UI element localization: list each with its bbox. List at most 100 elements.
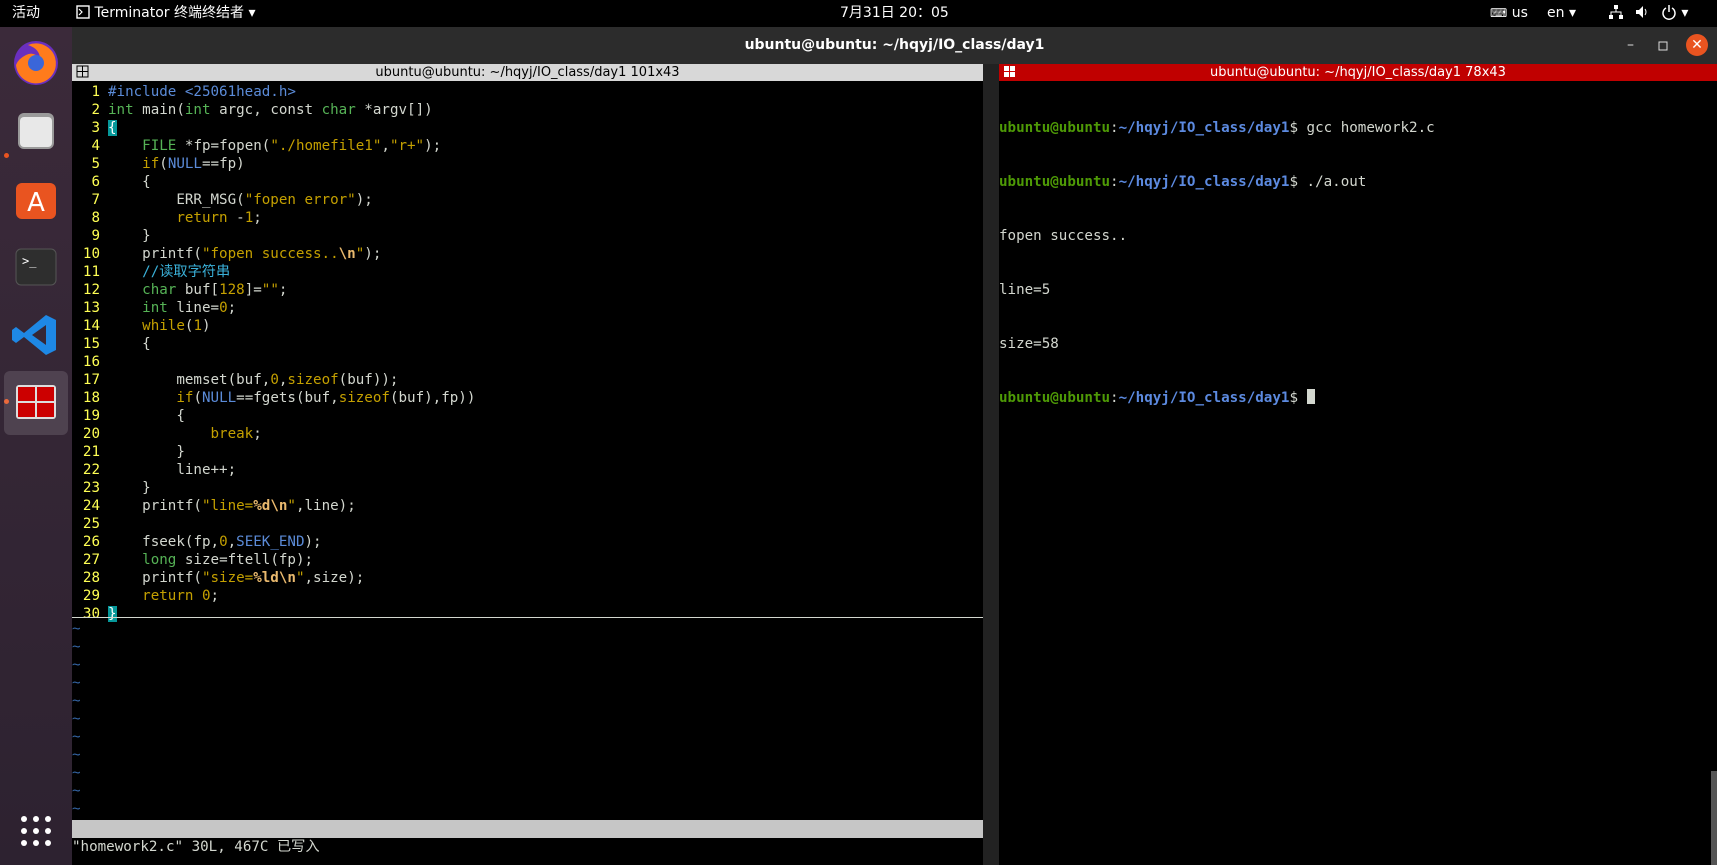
code-line: 21 }: [82, 444, 185, 460]
dock-files[interactable]: [4, 99, 68, 163]
terminal-cursor: [1306, 389, 1315, 404]
keyboard-indicator[interactable]: ⌨ us: [1490, 0, 1528, 27]
empty-line-tilde: ~: [72, 621, 81, 637]
code-line: 11 //读取字符串: [82, 264, 231, 280]
activities-button[interactable]: 活动: [12, 0, 40, 27]
terminal-shell[interactable]: ubuntu@ubuntu:~/hqyj/IO_class/day1$ gcc …: [999, 81, 1717, 865]
code-line: 29 return 0;: [82, 588, 220, 604]
left-pane-titlebar[interactable]: ubuntu@ubuntu: ~/hqyj/IO_class/day1 101x…: [72, 64, 983, 81]
volume-icon: [1636, 6, 1647, 18]
chevron-down-icon: ▾: [248, 5, 256, 21]
code-line: 2 int main(int argc, const char *argv[]): [91, 102, 433, 118]
clock[interactable]: 7月31日 20：05: [840, 0, 949, 27]
minimize-button[interactable]: –: [1627, 37, 1634, 53]
system-menu[interactable]: ▾: [1608, 0, 1688, 27]
code-line: 10 printf("fopen success..\n");: [82, 246, 382, 262]
empty-line-tilde: ~: [72, 675, 81, 691]
code-line: 6 {: [91, 174, 151, 190]
vim-message: "homework2.c" 30L, 467C 已写入: [72, 839, 320, 855]
top-bar: 活动 Terminator 终端终结者 ▾ 7月31日 20：05 ⌨ us e…: [0, 0, 1717, 27]
code-line: 23 }: [82, 480, 151, 496]
svg-text:A: A: [27, 188, 45, 218]
files-icon: [18, 113, 54, 149]
dock-terminal[interactable]: >_: [4, 235, 68, 299]
vim-statusline: homework2.c 30,1 全部: [72, 820, 983, 865]
code-line: 9 }: [91, 228, 151, 244]
firefox-icon: [14, 41, 58, 85]
empty-line-tilde: ~: [72, 711, 81, 727]
empty-line-tilde: ~: [72, 657, 81, 673]
code-line: 26 fseek(fp,0,SEEK_END);: [82, 534, 322, 550]
code-line: 3{: [91, 120, 117, 136]
code-line: 13 int line=0;: [82, 300, 237, 316]
code-area[interactable]: 1 #include <25061head.h> 2 int main(int arg…: [72, 83, 475, 623]
network-icon: [1609, 5, 1623, 19]
language-indicator[interactable]: en ▾: [1547, 0, 1576, 27]
app-menu[interactable]: Terminator 终端终结者 ▾: [76, 0, 255, 27]
code-line: 24 printf("line=%d\n",line);: [82, 498, 356, 514]
code-line: 14 while(1): [82, 318, 211, 334]
terminal-line: ubuntu@ubuntu:~/hqyj/IO_class/day1$: [999, 389, 1435, 407]
empty-line-tilde: ~: [72, 747, 81, 763]
code-line: 12 char buf[128]="";: [82, 282, 288, 298]
language-label: en: [1547, 5, 1565, 21]
code-line: 7 ERR_MSG("fopen error");: [91, 192, 373, 208]
code-line: 17 memset(buf,0,sizeof(buf));: [82, 372, 399, 388]
terminal-icon: >_: [15, 248, 57, 286]
code-line: 25: [82, 516, 100, 532]
chevron-down-icon: ▾: [1681, 5, 1689, 21]
code-line: 30}: [82, 606, 117, 622]
svg-text:>_: >_: [22, 254, 37, 268]
empty-line-tilde: ~: [72, 639, 81, 655]
empty-line-tilde: ~: [72, 801, 81, 817]
code-line: 20 break;: [82, 426, 262, 442]
keyboard-icon: ⌨: [1490, 6, 1508, 20]
software-icon: A: [16, 183, 56, 219]
maximize-icon: [1658, 41, 1668, 51]
terminator-icon: [16, 385, 56, 419]
code-line: 5 if(NULL==fp): [91, 156, 245, 172]
code-line: 28 printf("size=%ld\n",size);: [82, 570, 365, 586]
maximize-button[interactable]: [1657, 34, 1669, 56]
code-line: 8 return -1;: [91, 210, 262, 226]
window-title: ubuntu@ubuntu: ~/hqyj/IO_class/day1: [744, 37, 1045, 53]
code-line: 1 #include <25061head.h>: [91, 84, 296, 100]
terminal-line: ubuntu@ubuntu:~/hqyj/IO_class/day1$ gcc …: [999, 120, 1435, 136]
terminal-small-icon: [76, 5, 90, 19]
code-line: 22 line++;: [82, 462, 237, 478]
left-pane-title: ubuntu@ubuntu: ~/hqyj/IO_class/day1 101x…: [375, 65, 680, 80]
terminal-output: fopen success..: [999, 228, 1128, 244]
empty-line-tilde: ~: [72, 783, 81, 799]
status-position: 30,1: [820, 857, 855, 865]
terminal-output: size=58: [999, 336, 1059, 352]
right-pane-titlebar[interactable]: ubuntu@ubuntu: ~/hqyj/IO_class/day1 78x4…: [999, 64, 1717, 81]
code-line: 16: [82, 354, 100, 370]
code-line: 15 {: [82, 336, 151, 352]
code-line: 19 {: [82, 408, 185, 424]
show-applications-button[interactable]: [18, 813, 54, 853]
empty-line-tilde: ~: [72, 729, 81, 745]
empty-line-tilde: ~: [72, 765, 81, 781]
power-icon: [1662, 5, 1676, 20]
tilde-lines: ~ ~ ~ ~ ~ ~ ~ ~ ~ ~ ~: [72, 620, 81, 818]
dock-vscode[interactable]: [4, 303, 68, 367]
scrollbar[interactable]: [1711, 771, 1717, 865]
cursorline: [72, 617, 983, 618]
dock-terminator[interactable]: [4, 371, 68, 435]
grid-icon: [21, 816, 51, 846]
close-icon: ✕: [1691, 37, 1703, 53]
vscode-icon: [12, 315, 56, 355]
dock-firefox[interactable]: [4, 31, 68, 95]
app-name: Terminator 终端终结者: [94, 5, 244, 21]
dock-ubuntu-software[interactable]: A: [4, 167, 68, 231]
dock: A >_: [0, 27, 72, 865]
code-line: 4 FILE *fp=fopen("./homefile1","r+");: [91, 138, 442, 154]
window-titlebar[interactable]: ubuntu@ubuntu: ~/hqyj/IO_class/day1 – ✕: [72, 27, 1717, 64]
pane-divider[interactable]: [983, 64, 999, 865]
empty-line-tilde: ~: [72, 693, 81, 709]
close-button[interactable]: ✕: [1686, 34, 1708, 56]
chevron-down-icon: ▾: [1568, 5, 1576, 21]
keyboard-layout: us: [1511, 5, 1528, 21]
terminal-line: ubuntu@ubuntu:~/hqyj/IO_class/day1$ ./a.…: [999, 174, 1367, 190]
vim-editor[interactable]: 1 #include <25061head.h> 2 int main(int arg…: [72, 81, 983, 865]
